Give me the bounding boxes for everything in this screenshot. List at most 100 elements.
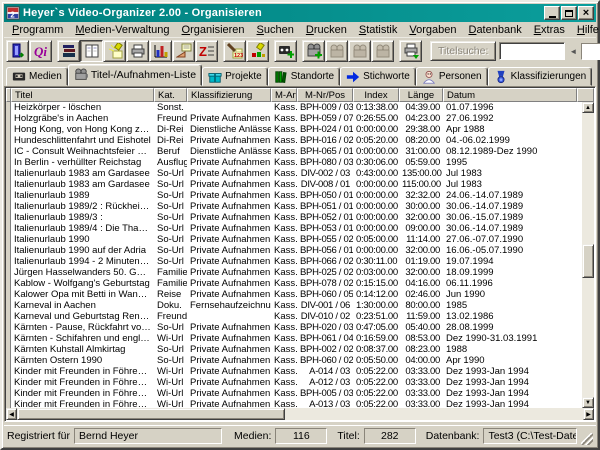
table-row[interactable]: Kinder mit Freunden in Föhrenau über...W… [6,377,582,388]
vorgaben-button[interactable] [172,40,195,62]
menu-item-statistik[interactable]: Statistik [353,24,404,36]
drucken-button[interactable] [126,40,149,62]
table-row[interactable]: Kärnten Ostern 1990So-UrlPrivate Aufnahm… [6,355,582,366]
table-row[interactable]: Italienurlaub 1989/4 : Die Thago und ...… [6,223,582,234]
menu-item-extras[interactable]: Extras [528,24,571,36]
column-header-klassifizierung[interactable]: Klassifizierung [187,88,271,102]
statistik-button[interactable] [149,40,172,62]
table-row[interactable]: Italienurlaub 1989/2 : Rückheim's kom...… [6,201,582,212]
vertical-scroll-thumb[interactable] [582,244,594,278]
cell-datum: 19.07.1994 [443,256,577,267]
tab-titel-aufnahmen-liste[interactable]: Titel-/Aufnahmen-Liste [68,64,202,86]
table-row[interactable]: Kärnten - Schifahren und englische F...W… [6,333,582,344]
cell-datum: Dez 1993-Jan 1994 [443,377,577,388]
menu-item-drucken[interactable]: Drucken [300,24,353,36]
column-header-kat[interactable]: Kat. [154,88,187,102]
table-row[interactable]: Italienurlaub 1990So-UrlPrivate Aufnahme… [6,234,582,245]
minimize-button[interactable] [544,6,560,20]
table-row[interactable]: Kinder mit Freunden in Föhrenau über...W… [6,399,582,408]
arrow-blue-icon [346,70,360,84]
tab-projekte[interactable]: Projekte [202,67,268,86]
menu-item-suchen[interactable]: Suchen [251,24,300,36]
cell-datum: 1995 [443,157,577,168]
menu-item-organisieren[interactable]: Organisieren [176,24,251,36]
scroll-up-button[interactable]: ▲ [582,102,594,113]
horizontal-scrollbar[interactable]: ◀ ▶ [6,408,594,420]
klassifizierung-suchen-button[interactable] [246,40,269,62]
table-row[interactable]: Kärnten - Pause, Rückfahrt vom Som...So-… [6,322,582,333]
titel-label: Titel: [337,430,359,442]
table-row[interactable]: Holzgräbe's in AachenFreundePrivate Aufn… [6,113,582,124]
menu-item-vorgaben[interactable]: Vorgaben [403,24,462,36]
menu-item-programm[interactable]: Programm [6,24,69,36]
column-header-m-nr-pos[interactable]: M-Nr/Pos [297,88,353,102]
column-header-l-nge[interactable]: Länge [399,88,443,102]
organisieren-button[interactable] [80,40,103,62]
scroll-right-button[interactable]: ▶ [583,408,594,420]
table-row[interactable]: Italienurlaub 1983 am GardaseeSo-UrlPriv… [6,179,582,190]
maximize-button[interactable] [561,6,577,20]
cell-klassifizierung: Private Aufnahmen [187,168,271,179]
table-row[interactable]: Karneval und Geburtstag RenateFreundeKas… [6,311,582,322]
neues-medium-button[interactable] [274,40,297,62]
cell-index: 0:00:00.00 [353,245,399,256]
tab-standorte[interactable]: Standorte [268,67,340,86]
neuer-titel-button[interactable] [302,40,325,62]
close-button[interactable]: × [578,6,594,20]
tab-stichworte[interactable]: Stichworte [340,67,416,86]
exit-button[interactable] [6,40,29,62]
nummernliste-button[interactable]: Z [195,40,218,62]
table-row[interactable]: Italienurlaub 1989So-UrlPrivate Aufnahme… [6,190,582,201]
table-row[interactable]: Kinder mit Freunden in Föhrenau über...W… [6,366,582,377]
medien-verwaltung-button[interactable] [57,40,80,62]
window-titlebar[interactable]: 2 Heyer`s Video-Organizer 2.00 - Organis… [4,4,596,22]
horizontal-scroll-thumb[interactable] [17,408,285,420]
table-row[interactable]: Italienurlaub 1983 am GardaseeSo-UrlPriv… [6,168,582,179]
tab-klassifizierungen[interactable]: Klassifizierungen [488,67,593,86]
column-header-titel[interactable]: Titel [11,88,154,102]
table-row[interactable]: Karneval in AachenDoku.Fernsehaufzeichnu… [6,300,582,311]
tab-personen[interactable]: Personen [416,67,488,86]
titelsuche-button[interactable]: Titelsuche: [430,41,496,61]
table-row[interactable]: Kablow - Wolfgang's GeburtstagFamiliePri… [6,278,582,289]
menu-item-hilfe[interactable]: Hilfe [571,24,600,36]
cell-m-nr-pos: BPH-050 / 01 [297,190,353,201]
druckliste-button[interactable] [399,40,422,62]
datenbank-label: Datenbank: [426,430,480,442]
table-row[interactable]: Italienurlaub 1989/3 :So-UrlPrivate Aufn… [6,212,582,223]
tab-label: Stichworte [363,71,410,82]
tab-medien[interactable]: Medien [6,67,68,86]
suchen-button[interactable] [103,40,126,62]
table-row[interactable]: Kinder mit Freunden in Föhrenau über...W… [6,388,582,399]
vertical-scrollbar[interactable]: ▲ ▼ [582,102,594,408]
table-row[interactable]: Italienurlaub 1994 - 2 Minuten (!!)So-Ur… [6,256,582,267]
menu-item-datenbank[interactable]: Datenbank [462,24,527,36]
column-header-datum[interactable]: Datum [443,88,577,102]
quickinfo-button[interactable]: Qi [29,40,52,62]
table-row[interactable]: Kalower Opa mit Betti in WanneperwenReis… [6,289,582,300]
table-row[interactable]: Jürgen Hasselwanders 50. Geburtsta...Fam… [6,267,582,278]
table-row[interactable]: Heizkörper - löschenSonst.Kass.BPH-009 /… [6,102,582,113]
scroll-down-button[interactable]: ▼ [582,397,594,408]
cell-l-nge: 05:59.00 [399,157,443,168]
scroll-left-button[interactable]: ◀ [6,408,17,420]
table-row[interactable]: Kärnten Kuhstall AlmkirtagSo-UrlPrivate … [6,344,582,355]
klassifizieren-button[interactable]: 123 [223,40,246,62]
medien-label: Medien: [234,430,271,442]
column-header-index[interactable]: Index [353,88,399,102]
cell-l-nge: 04:16.00 [399,278,443,289]
table-row[interactable]: IC - Consult Weihnachtsfeier 1989 u.a...… [6,146,582,157]
titelsuche-input[interactable] [499,42,565,60]
table-row[interactable]: In Berlin - verhüllter ReichstagAusflugP… [6,157,582,168]
table-row[interactable]: Hundeschlittenfahrt und EishotelDi-ReiPr… [6,135,582,146]
table-row[interactable]: Italienurlaub 1990 auf der AdriaSo-UrlPr… [6,245,582,256]
resize-grip[interactable] [581,433,593,445]
spinner-value-box[interactable] [581,43,600,60]
cell-l-nge: 04:00.00 [399,355,443,366]
cell-klassifizierung: Private Aufnahmen [187,256,271,267]
table-row[interactable]: Hong Kong, von Hong Kong zurück n...Di-R… [6,124,582,135]
cell-index: 0:05:22.00 [353,366,399,377]
spinner-left-icon[interactable]: ◄ [568,47,578,56]
menu-item-medien-verwaltung[interactable]: Medien-Verwaltung [69,24,175,36]
column-header-m-art[interactable]: M-Art [271,88,297,102]
